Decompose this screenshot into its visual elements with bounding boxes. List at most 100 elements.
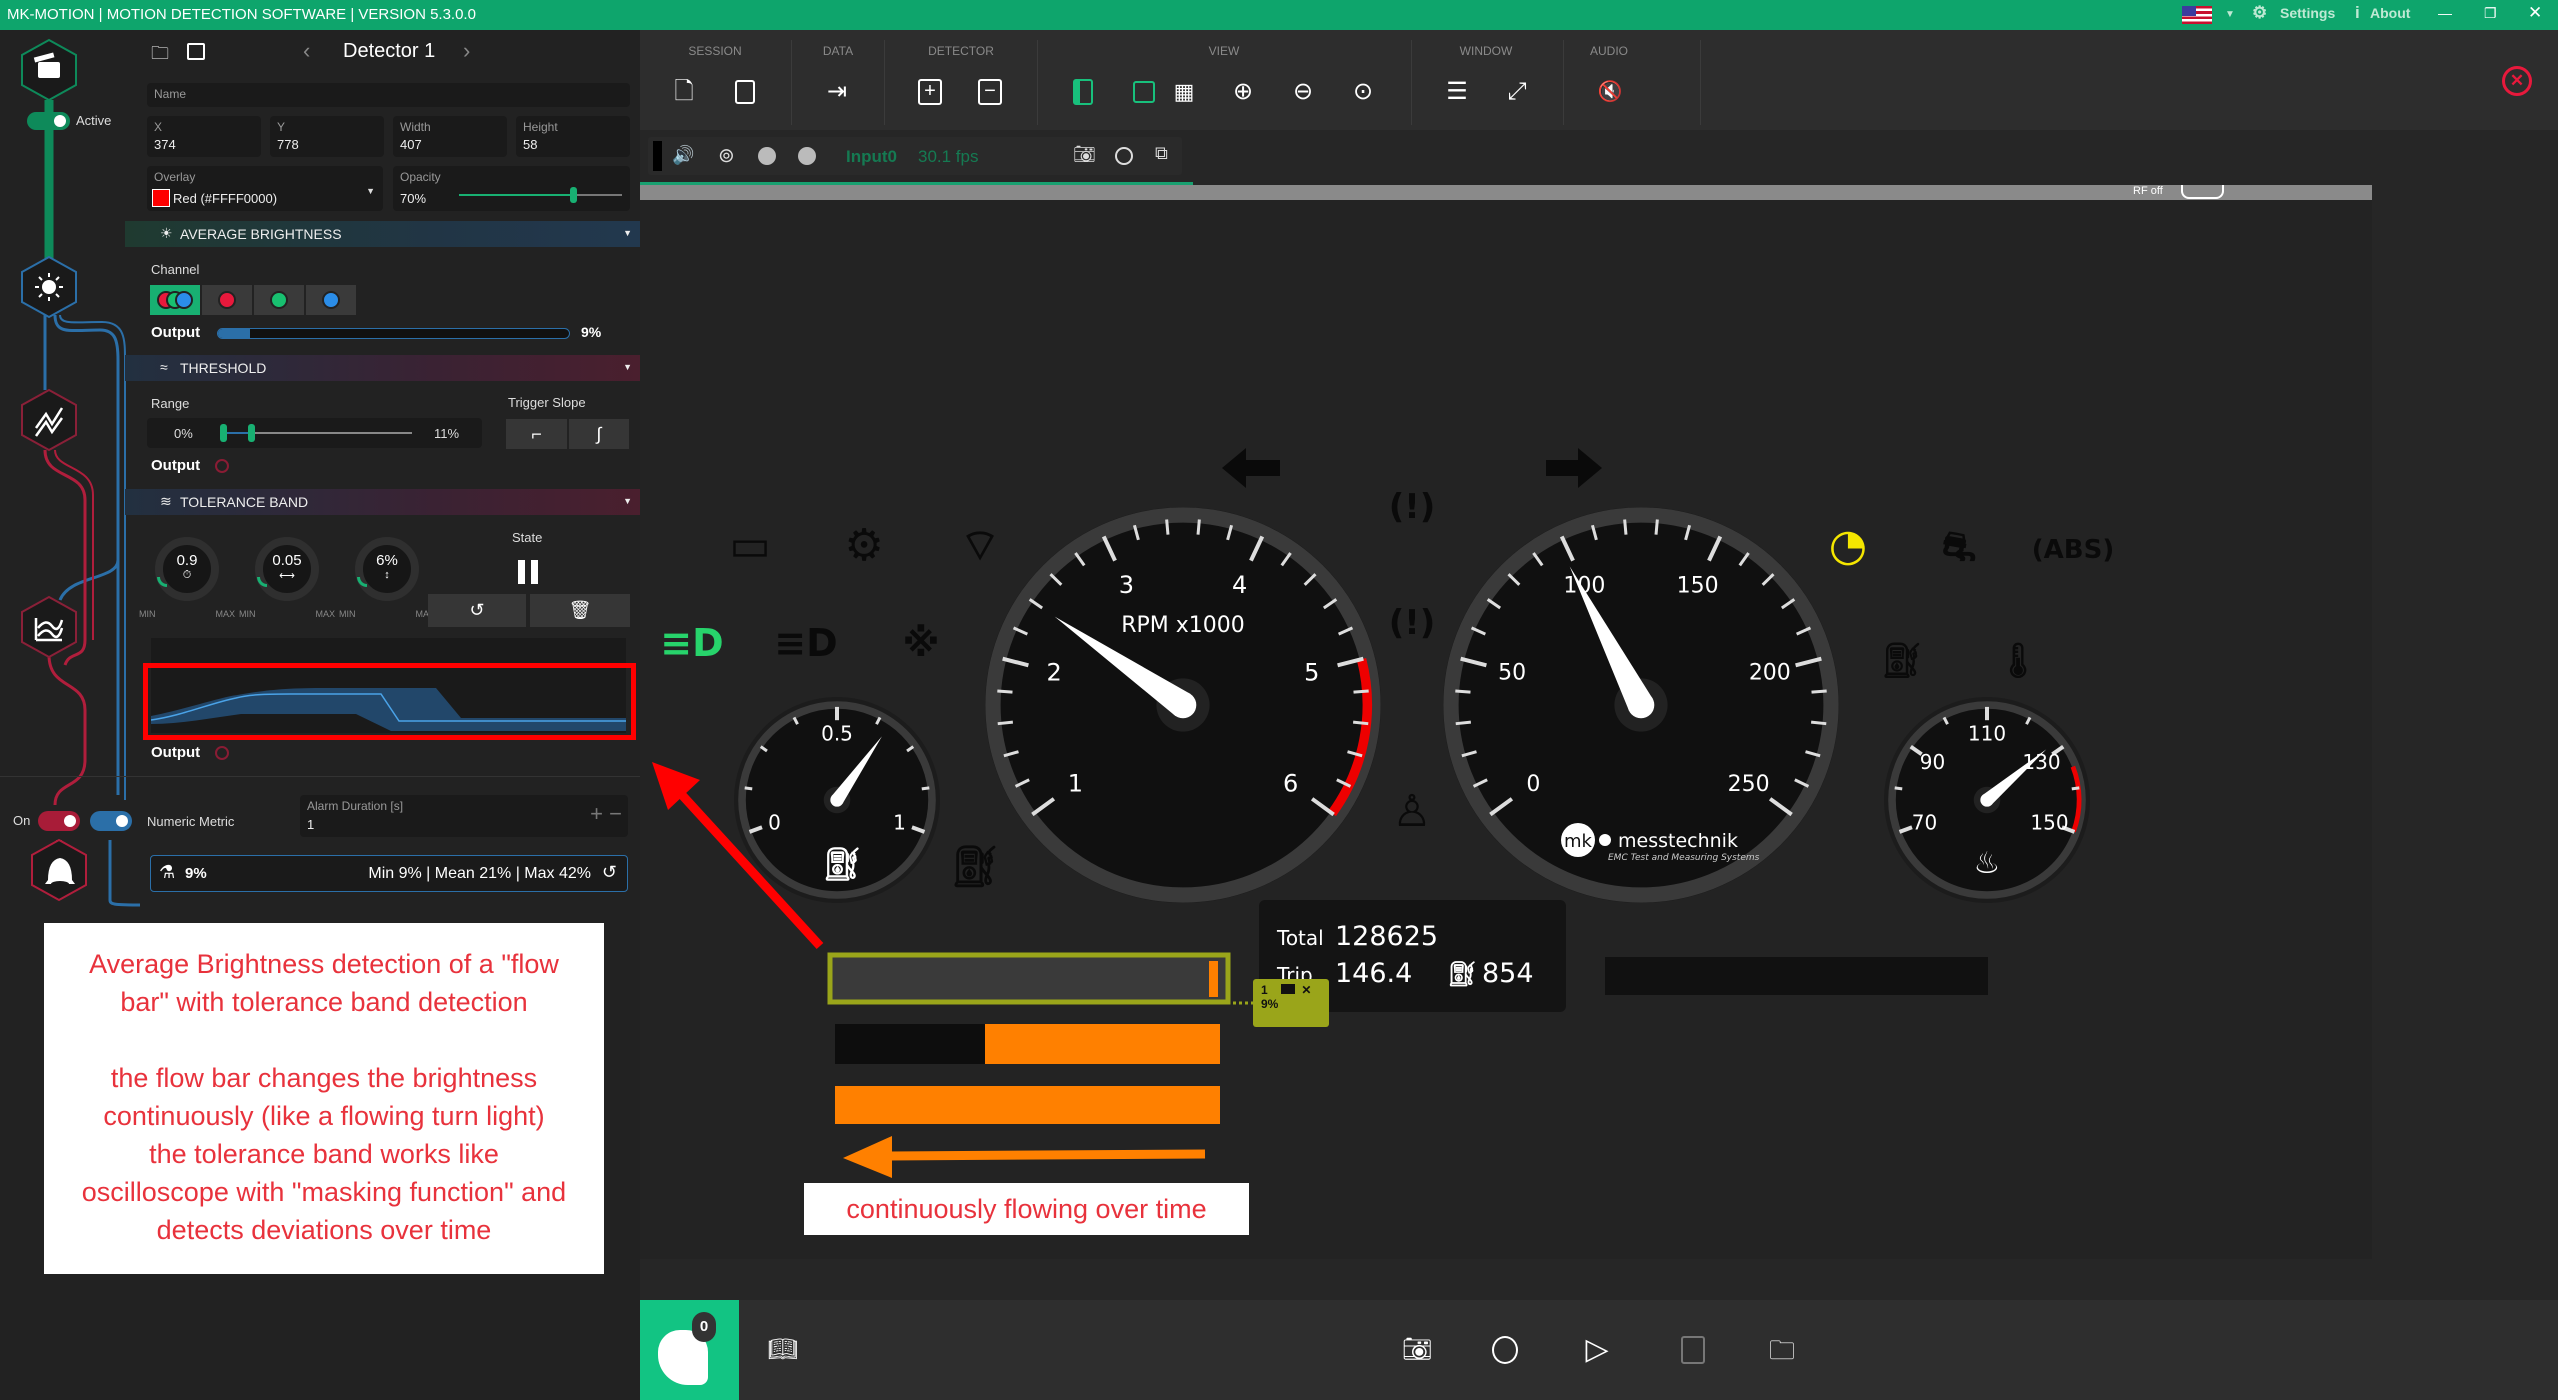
previous-detector-button[interactable]: ‹ [303, 38, 310, 64]
new-session-icon[interactable]: 🗋 [670, 78, 698, 106]
grid-view-icon[interactable]: ▦ [1170, 78, 1198, 106]
trigger-slope-label: Trigger Slope [508, 395, 586, 410]
collapse-icon[interactable]: ▼ [623, 362, 632, 372]
divider [0, 776, 640, 777]
detection-region [827, 952, 1231, 1005]
channel-rgb-button[interactable] [150, 285, 200, 315]
brightness-icon: ☀ [160, 225, 173, 241]
volume-icon[interactable]: 🔊 [672, 145, 694, 166]
next-detector-button[interactable]: › [463, 38, 470, 64]
save-icon[interactable] [187, 43, 205, 60]
mute-icon[interactable]: 🔇 [1596, 78, 1624, 106]
remove-detector-tag-icon[interactable]: ✕ [1301, 983, 1311, 997]
bottom-bar: 0 📖︎ 📷︎ ▷ 🗀 [640, 1300, 2558, 1400]
play-button[interactable]: ▷ [1577, 1328, 1617, 1372]
export-data-icon[interactable]: ⇥ [823, 78, 851, 106]
knob-icon[interactable] [798, 147, 816, 165]
note-line: detects deviations over time [156, 1215, 492, 1245]
seatbelt-icon: ♙ [1392, 786, 1431, 837]
numeric-metric-toggle[interactable] [90, 811, 132, 831]
reset-metric-icon[interactable]: ↺ [602, 862, 617, 883]
list-icon[interactable]: ☰ [1443, 78, 1471, 106]
speed-tick [1455, 689, 1471, 694]
rpm-tick [997, 720, 1014, 726]
zoom-reset-icon[interactable]: ⊙ [1349, 78, 1377, 106]
collapse-icon[interactable]: ▼ [623, 496, 632, 506]
alarm-on-toggle[interactable] [38, 811, 80, 831]
rising-slope-button[interactable]: ∫ [569, 419, 629, 449]
turn-right-arrow-icon [1546, 448, 1602, 488]
collapse-icon[interactable]: ▼ [623, 228, 632, 238]
about-info-icon[interactable]: i [2355, 3, 2360, 23]
close-window-button[interactable]: ✕ [2528, 3, 2542, 23]
reset-band-button[interactable]: ↺ [428, 594, 526, 627]
knob-icon[interactable] [758, 147, 776, 165]
falling-slope-button[interactable]: ⌐ [506, 419, 567, 449]
name-field[interactable]: Name [147, 83, 630, 107]
active-toggle[interactable] [27, 112, 70, 130]
language-dropdown-icon[interactable]: ▼ [2225, 9, 2235, 20]
delete-band-button[interactable]: 🗑 [530, 594, 630, 627]
tolerance-knob[interactable]: 0.9 ⏱ MIN MAX [139, 537, 235, 619]
rpm-tick [1196, 519, 1201, 535]
threshold-header[interactable]: ≈ THRESHOLD ▼ [125, 355, 640, 381]
close-view-icon[interactable]: ✕ [2502, 66, 2532, 96]
open-folder-button[interactable]: 🗀 [1762, 1328, 1802, 1372]
tolerance-knob[interactable]: 6% ↕ MIN MAX [339, 537, 435, 619]
alarm-duration-field[interactable]: Alarm Duration [s] 1 + − [300, 795, 628, 837]
alarm-button[interactable]: 0 [640, 1300, 739, 1400]
fullscreen-icon[interactable]: ⤢ [1503, 78, 1531, 106]
tolerance-band-header[interactable]: ≋ TOLERANCE BAND ▼ [125, 489, 640, 515]
popout-icon[interactable]: ⧉ [1155, 143, 1168, 164]
single-view-icon[interactable] [1130, 78, 1158, 106]
about-button[interactable]: About [2370, 5, 2410, 21]
record-icon[interactable] [1115, 147, 1133, 165]
snapshot-icon[interactable]: 📷︎ [1073, 144, 1096, 165]
fuel-gauge-icon: ⛽︎ [822, 845, 863, 883]
knob-value: 0.9 [176, 552, 198, 569]
decrement-button[interactable]: − [609, 801, 622, 827]
sidebar-view-icon[interactable] [1069, 78, 1097, 106]
add-detector-icon[interactable]: + [916, 78, 944, 106]
abs-icon: (ABS) [2032, 535, 2114, 565]
logo-mk: mk [1564, 831, 1593, 852]
zoom-in-icon[interactable]: ⊕ [1229, 78, 1257, 106]
us-flag-icon[interactable] [2182, 6, 2212, 24]
range-slider[interactable] [220, 424, 412, 442]
manual-book-icon[interactable]: 📖︎ [763, 1328, 803, 1372]
pause-icon[interactable] [518, 560, 538, 584]
range-max-handle[interactable] [248, 424, 255, 442]
overlay-dropdown[interactable]: Overlay Red (#FFFF0000) ▼ [147, 166, 383, 211]
restore-button[interactable]: ❐ [2484, 5, 2497, 22]
x-field[interactable]: X 374 [147, 116, 261, 157]
oil-temp-icon: 🌡︎ [1996, 641, 2039, 681]
increment-button[interactable]: + [590, 801, 603, 827]
y-field[interactable]: Y 778 [270, 116, 384, 157]
tolerance-knob[interactable]: 0.05 ⟷ MIN MAX [239, 537, 335, 619]
channel-blue-button[interactable] [306, 285, 356, 315]
mask-icon[interactable] [1281, 984, 1296, 994]
zoom-out-icon[interactable]: ⊖ [1289, 78, 1317, 106]
settings-button[interactable]: Settings [2280, 5, 2335, 21]
channel-green-button[interactable] [254, 285, 304, 315]
settings-gear-icon[interactable]: ⚙ [2252, 3, 2267, 23]
height-field[interactable]: Height 58 [516, 116, 630, 157]
info-bar [1605, 957, 1988, 995]
snapshot-icon[interactable]: 📷︎ [1397, 1328, 1437, 1372]
blend-icon[interactable]: ⊚ [718, 143, 735, 168]
range-value: 854 [1482, 958, 1534, 989]
stop-button[interactable] [1673, 1328, 1713, 1372]
open-folder-icon[interactable]: 🗀 [151, 41, 169, 71]
record-button[interactable] [1485, 1328, 1525, 1372]
remove-detector-icon[interactable]: − [976, 78, 1004, 106]
width-field[interactable]: Width 407 [393, 116, 507, 157]
opacity-slider[interactable] [459, 187, 622, 203]
note-line: continuously (like a flowing turn light) [103, 1101, 545, 1131]
detection-tag[interactable]: 1 ✕ 9% [1253, 979, 1329, 1027]
minimize-button[interactable]: — [2438, 5, 2452, 21]
range-label: Range [151, 396, 190, 411]
save-session-icon[interactable] [731, 78, 759, 106]
average-brightness-header[interactable]: ☀ AVERAGE BRIGHTNESS ▼ [125, 221, 640, 247]
range-min-handle[interactable] [220, 424, 227, 442]
channel-red-button[interactable] [202, 285, 252, 315]
